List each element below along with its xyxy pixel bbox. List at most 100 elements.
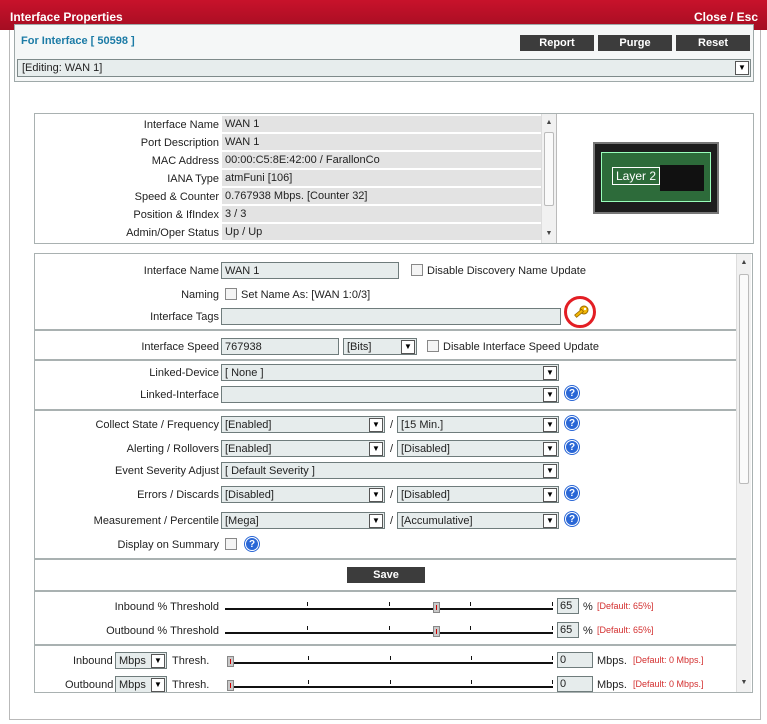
slider-tick bbox=[471, 680, 472, 684]
inbound-threshold-label: Inbound % Threshold bbox=[114, 601, 219, 613]
linked-device-label: Linked-Device bbox=[149, 367, 219, 379]
chevron-down-icon[interactable]: ▼ bbox=[543, 514, 557, 528]
chevron-down-icon[interactable]: ▼ bbox=[543, 388, 557, 402]
help-icon[interactable]: ? bbox=[565, 486, 579, 500]
close-button[interactable]: Close / Esc bbox=[694, 10, 758, 24]
speed-unit-select[interactable]: [Bits] ▼ bbox=[343, 338, 417, 355]
linked-interface-select[interactable]: ▼ bbox=[221, 386, 559, 403]
inbound-thresh-value[interactable]: 0 bbox=[557, 652, 593, 668]
reset-button[interactable]: Reset bbox=[676, 35, 750, 51]
interface-tags-input[interactable] bbox=[221, 308, 561, 325]
outbound-threshold-value[interactable]: 65 bbox=[557, 622, 579, 638]
outbound-thresh-slider[interactable] bbox=[227, 674, 553, 692]
layer-2-chip-icon: Layer 2 bbox=[593, 142, 719, 214]
slider-thumb[interactable] bbox=[227, 656, 234, 667]
percentile-select[interactable]: [Accumulative] ▼ bbox=[397, 512, 559, 529]
chevron-down-icon[interactable]: ▼ bbox=[543, 442, 557, 456]
slider-tick bbox=[552, 626, 553, 630]
interface-speed-input[interactable]: 767938 bbox=[221, 338, 339, 355]
key-icon[interactable] bbox=[571, 304, 591, 324]
scrollbar-thumb[interactable] bbox=[544, 132, 554, 206]
inbound-thresh-slider[interactable] bbox=[227, 650, 553, 672]
help-icon[interactable]: ? bbox=[565, 416, 579, 430]
chip-ic-icon bbox=[660, 165, 704, 191]
slider-tick bbox=[552, 656, 553, 660]
disable-discovery-name-checkbox[interactable] bbox=[411, 264, 423, 276]
chevron-down-icon[interactable]: ▼ bbox=[735, 61, 749, 75]
info-row: Speed & Counter 0.767938 Mbps. [Counter … bbox=[35, 188, 541, 205]
set-name-checkbox[interactable] bbox=[225, 288, 237, 300]
display-summary-checkbox[interactable] bbox=[225, 538, 237, 550]
event-severity-select[interactable]: [ Default Severity ] ▼ bbox=[221, 462, 559, 479]
chevron-down-icon[interactable]: ▼ bbox=[401, 340, 415, 354]
slider-track[interactable] bbox=[227, 662, 553, 664]
rollovers-select[interactable]: [Disabled] ▼ bbox=[397, 440, 559, 457]
alerting-label: Alerting / Rollovers bbox=[126, 443, 219, 455]
slider-thumb[interactable] bbox=[227, 680, 234, 691]
errors-value: [Disabled] bbox=[225, 489, 274, 501]
info-scrollbar[interactable]: ▲ ▼ bbox=[541, 114, 556, 243]
slider-thumb[interactable] bbox=[433, 626, 440, 637]
scroll-down-icon[interactable]: ▼ bbox=[542, 227, 556, 241]
errors-select[interactable]: [Disabled] ▼ bbox=[221, 486, 385, 503]
frequency-select[interactable]: [15 Min.] ▼ bbox=[397, 416, 559, 433]
slider-tick bbox=[470, 602, 471, 606]
outbound-thresh-value[interactable]: 0 bbox=[557, 676, 593, 692]
alerting-select[interactable]: [Enabled] ▼ bbox=[221, 440, 385, 457]
purge-button[interactable]: Purge bbox=[598, 35, 672, 51]
scroll-up-icon[interactable]: ▲ bbox=[542, 116, 556, 130]
chevron-down-icon[interactable]: ▼ bbox=[369, 514, 383, 528]
chevron-down-icon[interactable]: ▼ bbox=[369, 418, 383, 432]
scroll-down-icon[interactable]: ▼ bbox=[737, 676, 751, 690]
info-value: Up / Up bbox=[222, 224, 541, 240]
inbound-threshold-default: [Default: 65%] bbox=[597, 601, 654, 611]
display-summary-label: Display on Summary bbox=[117, 539, 219, 551]
inbound-unit-select[interactable]: Mbps ▼ bbox=[115, 652, 167, 669]
chevron-down-icon[interactable]: ▼ bbox=[543, 418, 557, 432]
form-scrollbar[interactable]: ▲ ▼ bbox=[736, 254, 751, 692]
help-icon[interactable]: ? bbox=[565, 386, 579, 400]
scroll-up-icon[interactable]: ▲ bbox=[737, 256, 751, 270]
chevron-down-icon[interactable]: ▼ bbox=[369, 488, 383, 502]
inbound-threshold-slider[interactable] bbox=[225, 596, 553, 618]
help-icon[interactable]: ? bbox=[565, 512, 579, 526]
circuit-board: Layer 2 bbox=[601, 152, 711, 202]
info-value: 00:00:C5:8E:42:00 / FarallonCo bbox=[222, 152, 541, 168]
section-divider bbox=[35, 644, 736, 646]
separator-slash: / bbox=[390, 489, 394, 501]
editing-select[interactable]: [Editing: WAN 1] ▼ bbox=[17, 59, 751, 77]
chevron-down-icon[interactable]: ▼ bbox=[151, 654, 165, 668]
chevron-down-icon[interactable]: ▼ bbox=[543, 464, 557, 478]
slider-tick bbox=[390, 656, 391, 660]
discards-select[interactable]: [Disabled] ▼ bbox=[397, 486, 559, 503]
slider-track[interactable] bbox=[227, 686, 553, 688]
chevron-down-icon[interactable]: ▼ bbox=[151, 678, 165, 692]
slider-thumb[interactable] bbox=[433, 602, 440, 613]
event-severity-row: Event Severity Adjust [ Default Severity… bbox=[35, 460, 736, 482]
slider-tick bbox=[470, 626, 471, 630]
outbound-unit-select[interactable]: Mbps ▼ bbox=[115, 676, 167, 692]
help-icon[interactable]: ? bbox=[245, 537, 259, 551]
help-icon[interactable]: ? bbox=[565, 440, 579, 454]
slider-tick bbox=[307, 602, 308, 606]
measurement-label: Measurement / Percentile bbox=[93, 515, 219, 527]
collect-state-select[interactable]: [Enabled] ▼ bbox=[221, 416, 385, 433]
interface-name-input[interactable]: WAN 1 bbox=[221, 262, 399, 279]
report-button[interactable]: Report bbox=[520, 35, 594, 51]
linked-device-select[interactable]: [ None ] ▼ bbox=[221, 364, 559, 381]
slider-tick bbox=[552, 680, 553, 684]
outbound-threshold-slider[interactable] bbox=[225, 620, 553, 642]
info-row: IANA Type atmFuni [106] bbox=[35, 170, 541, 187]
info-label: Speed & Counter bbox=[134, 191, 219, 203]
save-button[interactable]: Save bbox=[347, 567, 425, 583]
disable-speed-update-checkbox[interactable] bbox=[427, 340, 439, 352]
chevron-down-icon[interactable]: ▼ bbox=[543, 488, 557, 502]
slider-track[interactable] bbox=[225, 632, 553, 634]
measurement-select[interactable]: [Mega] ▼ bbox=[221, 512, 385, 529]
chevron-down-icon[interactable]: ▼ bbox=[369, 442, 383, 456]
chevron-down-icon[interactable]: ▼ bbox=[543, 366, 557, 380]
slider-track[interactable] bbox=[225, 608, 553, 610]
outbound-threshold-default: [Default: 65%] bbox=[597, 625, 654, 635]
scrollbar-thumb[interactable] bbox=[739, 274, 749, 484]
inbound-threshold-value[interactable]: 65 bbox=[557, 598, 579, 614]
